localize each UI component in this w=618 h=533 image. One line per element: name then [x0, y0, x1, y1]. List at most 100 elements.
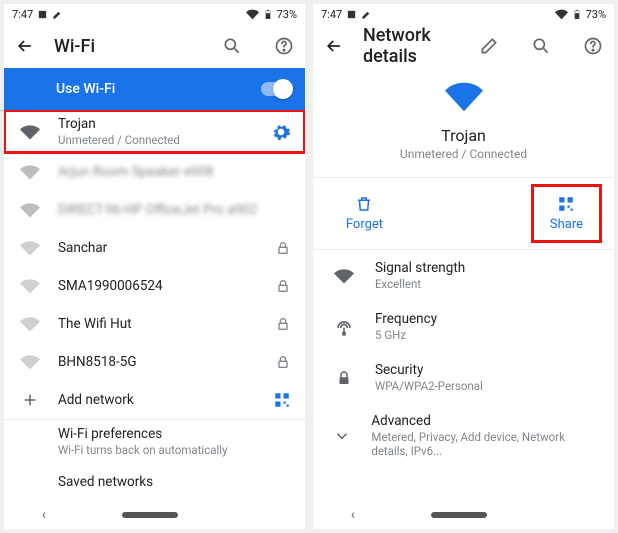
- frequency-value: 5 GHz: [375, 328, 437, 342]
- nav-home-pill[interactable]: [431, 512, 487, 518]
- security-value: WPA/WPA2-Personal: [375, 379, 483, 393]
- network-connected[interactable]: Trojan Unmetered / Connected: [4, 110, 305, 153]
- security-row: Security WPA/WPA2-Personal: [313, 352, 614, 403]
- network-item[interactable]: Sanchar: [4, 229, 305, 267]
- network-name: DIRECT-96-HP OfficeJet Pro a902: [58, 202, 291, 218]
- network-item[interactable]: The Wifi Hut: [4, 305, 305, 343]
- screen-network-details: 7:47 73% Network details Trojan Unmetere…: [313, 4, 614, 529]
- battery-icon: [572, 8, 582, 21]
- wifi-status-icon: [555, 8, 568, 21]
- back-button[interactable]: [14, 35, 36, 57]
- gear-icon[interactable]: [271, 122, 291, 142]
- wifi-large-icon: [313, 78, 614, 120]
- nav-home-pill[interactable]: [122, 512, 178, 518]
- share-button[interactable]: Share: [531, 184, 602, 243]
- use-wifi-toggle-row[interactable]: Use Wi-Fi: [4, 68, 305, 110]
- add-network-label: Add network: [58, 392, 255, 408]
- detail-list: Signal strength Excellent Frequency 5 GH…: [313, 250, 614, 468]
- clock: 7:47: [321, 8, 342, 21]
- frequency-icon: [333, 317, 355, 337]
- nav-back-icon[interactable]: ‹: [42, 507, 46, 523]
- forget-label: Forget: [346, 217, 383, 232]
- help-button[interactable]: [273, 35, 295, 57]
- use-wifi-label: Use Wi-Fi: [56, 81, 115, 97]
- edit-button[interactable]: [478, 35, 500, 57]
- battery-text: 73%: [586, 8, 606, 21]
- network-name: SMA1990006524: [58, 278, 257, 294]
- clock: 7:47: [12, 8, 33, 21]
- network-name: Trojan: [313, 126, 614, 145]
- network-sub: Unmetered / Connected: [313, 147, 614, 161]
- battery-text: 73%: [277, 8, 297, 21]
- lock-icon: [275, 240, 291, 256]
- app-bar: Network details: [313, 24, 614, 68]
- search-button[interactable]: [530, 35, 552, 57]
- advanced-value: Metered, Privacy, Add device, Network de…: [371, 430, 594, 458]
- network-sub: Unmetered / Connected: [58, 133, 253, 147]
- wifi-icon: [20, 162, 40, 182]
- search-button[interactable]: [221, 35, 243, 57]
- app-bar: Wi-Fi: [4, 24, 305, 68]
- image-indicator-icon: [37, 9, 48, 20]
- lock-icon: [275, 354, 291, 370]
- page-title: Wi-Fi: [54, 36, 203, 57]
- advanced-row[interactable]: Advanced Metered, Privacy, Add device, N…: [313, 403, 614, 468]
- network-item[interactable]: DIRECT-96-HP OfficeJet Pro a902: [4, 191, 305, 229]
- wifi-icon: [20, 238, 40, 258]
- nav-bar: ‹: [4, 501, 305, 529]
- network-header: Trojan Unmetered / Connected: [313, 68, 614, 167]
- forget-button[interactable]: Forget: [313, 178, 416, 249]
- screen-wifi-list: 7:47 73% Wi-Fi Use Wi-Fi Trojan Unmetere…: [4, 4, 305, 529]
- qr-icon[interactable]: [273, 391, 291, 409]
- status-bar: 7:47 73%: [4, 4, 305, 24]
- wifi-preferences-row[interactable]: Wi-Fi preferences Wi-Fi turns back on au…: [4, 420, 305, 463]
- action-row: Forget Share: [313, 177, 614, 250]
- status-bar: 7:47 73%: [313, 4, 614, 24]
- wifi-icon: [20, 352, 40, 372]
- wifi-icon: [20, 276, 40, 296]
- network-name: Trojan: [58, 116, 253, 132]
- signal-label: Signal strength: [375, 260, 465, 276]
- network-item[interactable]: BHN8518-5G: [4, 343, 305, 381]
- frequency-label: Frequency: [375, 311, 437, 327]
- help-button[interactable]: [582, 35, 604, 57]
- advanced-label: Advanced: [371, 413, 594, 429]
- saved-label: Saved networks: [58, 474, 291, 490]
- network-name: The Wifi Hut: [58, 316, 257, 332]
- add-network-row[interactable]: Add network: [4, 381, 305, 419]
- plus-icon: [20, 391, 40, 409]
- network-item[interactable]: SMA1990006524: [4, 267, 305, 305]
- security-label: Security: [375, 362, 483, 378]
- nav-bar: ‹: [313, 501, 614, 529]
- signal-value: Excellent: [375, 277, 465, 291]
- network-name: BHN8518-5G: [58, 354, 257, 370]
- wifi-icon: [20, 314, 40, 334]
- lock-icon: [275, 278, 291, 294]
- wifi-status-icon: [246, 8, 259, 21]
- network-item[interactable]: Arjun Room Speaker e008: [4, 153, 305, 191]
- prefs-label: Wi-Fi preferences: [58, 426, 291, 442]
- share-label: Share: [550, 217, 583, 232]
- back-button[interactable]: [323, 35, 345, 57]
- nav-back-icon[interactable]: ‹: [351, 507, 355, 523]
- wifi-switch-icon[interactable]: [261, 82, 291, 96]
- chevron-down-icon: [333, 427, 351, 445]
- battery-icon: [263, 8, 273, 21]
- wifi-icon: [333, 266, 355, 286]
- edit-indicator-icon: [361, 9, 372, 20]
- lock-icon: [275, 316, 291, 332]
- trash-icon: [355, 195, 373, 213]
- frequency-row: Frequency 5 GHz: [313, 301, 614, 352]
- network-name: Sanchar: [58, 240, 257, 256]
- signal-row: Signal strength Excellent: [313, 250, 614, 301]
- lock-icon: [333, 369, 355, 387]
- page-title: Network details: [363, 25, 460, 67]
- qr-icon: [557, 195, 575, 213]
- wifi-icon: [20, 122, 40, 142]
- wifi-icon: [20, 200, 40, 220]
- network-name: Arjun Room Speaker e008: [58, 164, 291, 180]
- network-list: Trojan Unmetered / Connected Arjun Room …: [4, 110, 305, 501]
- saved-networks-row[interactable]: Saved networks: [4, 463, 305, 501]
- image-indicator-icon: [346, 9, 357, 20]
- prefs-sub: Wi-Fi turns back on automatically: [58, 443, 291, 457]
